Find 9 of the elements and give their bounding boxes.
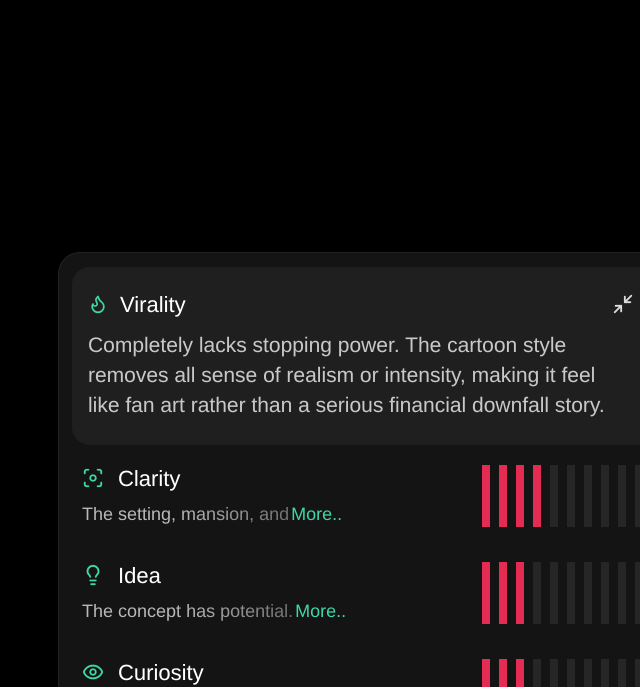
more-link[interactable]: More.. [291, 500, 342, 528]
criterion-title: Clarity [118, 464, 180, 493]
criterion-title: Idea [118, 562, 161, 590]
more-link[interactable]: More.. [295, 598, 346, 624]
criterion-title: Curiosity [118, 658, 204, 687]
criterion-description: Completely lacks stopping power. The cartoon style removes all sense of realism or intensity, making it feel like fan art rather than a serious financial downfall story. [88, 333, 606, 419]
criterion-title: Virality [120, 290, 186, 319]
criterion-snippet: The concept has potential. [82, 600, 294, 623]
criterion-snippet: The setting, mansion, and [82, 502, 290, 526]
